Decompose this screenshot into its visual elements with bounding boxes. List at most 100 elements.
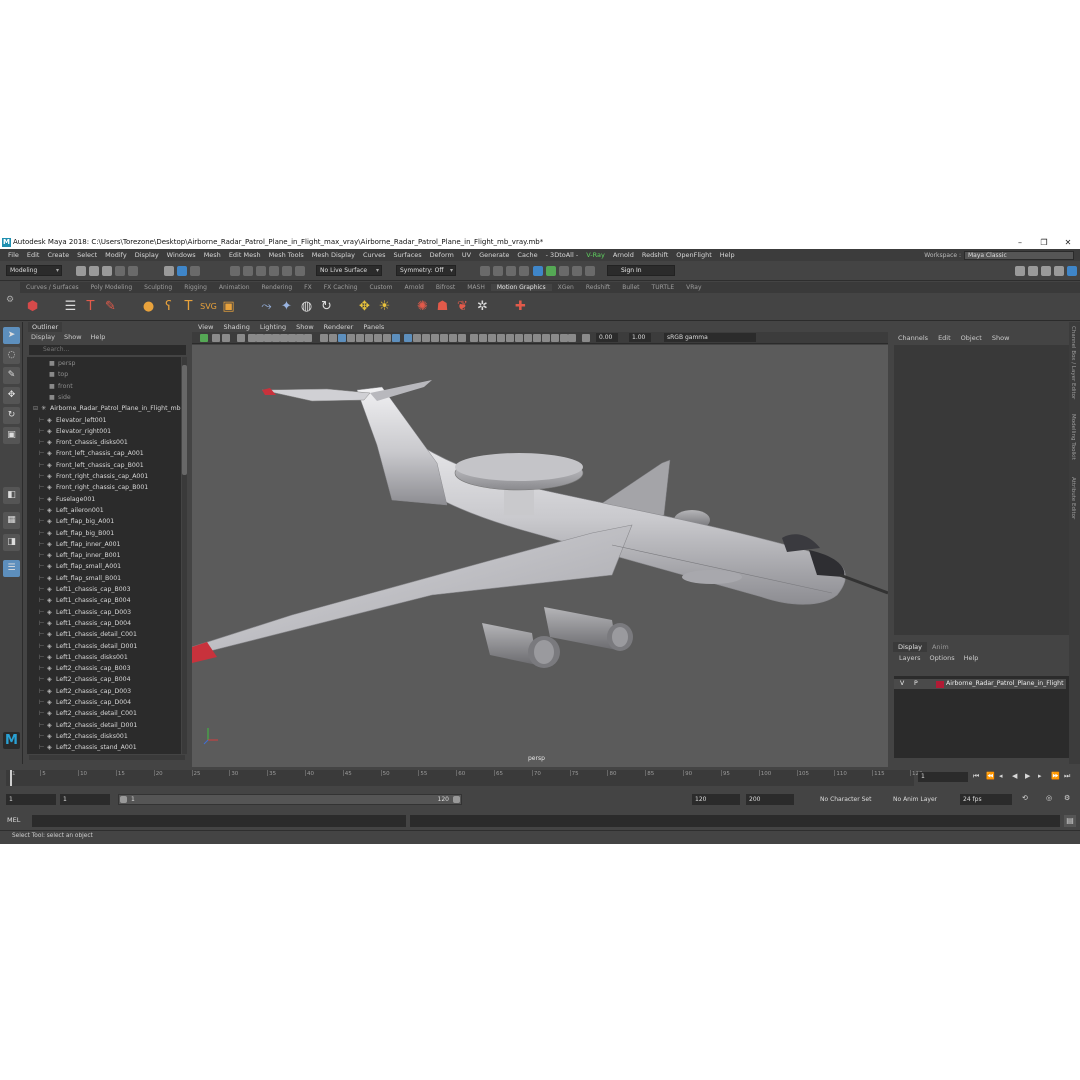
outliner-item[interactable]: ⊢ ◈ Left2_chassis_cap_B004 [39, 674, 131, 685]
shelf-tab-animation[interactable]: Animation [213, 284, 256, 291]
scene-end-field[interactable]: 200 [746, 794, 794, 805]
viewport-tool-icon[interactable] [264, 334, 272, 342]
menu-item-mesh-display[interactable]: Mesh Display [308, 251, 359, 259]
outliner-menu-help[interactable]: Help [91, 333, 106, 343]
snap-pivot-icon[interactable] [295, 266, 305, 276]
select-component-icon[interactable] [190, 266, 200, 276]
outliner-item[interactable]: ⊢ ◈ Left_flap_small_B001 [39, 573, 121, 584]
paint-effects-icon[interactable]: ✺ [414, 298, 431, 315]
outliner-scrollbar[interactable] [182, 357, 187, 754]
viewport-tool-icon[interactable] [582, 334, 590, 342]
outliner-item[interactable]: ⊢ ◈ Left2_chassis_disks001 [39, 731, 128, 742]
viewport-tool-icon[interactable] [422, 334, 430, 342]
snap-curve-icon[interactable] [243, 266, 253, 276]
minimize-button[interactable]: – [1008, 236, 1032, 249]
outliner-item[interactable]: ⊢ ◈ Left1_chassis_detail_D001 [39, 641, 137, 652]
exposure-field[interactable]: 0.00 [596, 333, 618, 342]
outliner-item[interactable]: ⊢ ◈ Fuselage001 [39, 494, 95, 505]
outliner-item[interactable]: ⊢ ◈ Left2_chassis_cap_D004 [39, 697, 131, 708]
shatter-icon[interactable]: ✦ [278, 298, 295, 315]
menu-item-help[interactable]: Help [716, 251, 739, 259]
outliner-menu-display[interactable]: Display [31, 333, 55, 343]
type-tool-icon[interactable]: T [180, 298, 197, 315]
symmetry-dropdown[interactable]: Symmetry: Off [396, 265, 456, 276]
outliner-item[interactable]: ⊢ ◈ Left2_chassis_detail_D001 [39, 720, 137, 731]
viewport-tool-icon[interactable] [458, 334, 466, 342]
viewport-tool-icon[interactable] [383, 334, 391, 342]
menu-item-uv[interactable]: UV [458, 251, 475, 259]
tab-display-layers[interactable]: Display [893, 642, 927, 652]
list-icon[interactable]: ☰ [62, 298, 79, 315]
open-scene-icon[interactable] [89, 266, 99, 276]
save-scene-icon[interactable] [102, 266, 112, 276]
menu-item-display[interactable]: Display [131, 251, 163, 259]
fps-dropdown[interactable]: 24 fps [960, 794, 1012, 805]
loop-icon[interactable]: ⟲ [1022, 794, 1028, 802]
shelf-tab-poly-modeling[interactable]: Poly Modeling [85, 284, 139, 291]
shelf-tab-fx-caching[interactable]: FX Caching [318, 284, 364, 291]
outliner-item[interactable]: ⊢ ◈ Left2_chassis_cap_B003 [39, 663, 131, 674]
menu-item-redshift[interactable]: Redshift [638, 251, 672, 259]
box-icon[interactable]: ▣ [220, 298, 237, 315]
outliner-item[interactable]: ⊢ ◈ Left2_chassis_detail_C001 [39, 708, 137, 719]
viewport-tool-icon[interactable] [256, 334, 264, 342]
play-backwards-icon[interactable]: ◀ [1012, 772, 1017, 780]
shelf-tab-custom[interactable]: Custom [363, 284, 398, 291]
shelf-tab-fx[interactable]: FX [298, 284, 318, 291]
outliner-camera-item[interactable]: ■ persp [41, 358, 75, 369]
viewport-tool-icon[interactable] [329, 334, 337, 342]
menu-item-edit[interactable]: Edit [23, 251, 44, 259]
scale-tool-icon[interactable]: ▣ [3, 427, 20, 444]
viewport-tool-icon[interactable] [272, 334, 280, 342]
viewport-menu-renderer[interactable]: Renderer [324, 322, 354, 332]
layers-help-menu[interactable]: Help [964, 654, 979, 664]
viewport-tool-icon[interactable] [479, 334, 487, 342]
viewport-tool-icon[interactable] [568, 334, 576, 342]
scene-start-field[interactable]: 1 [6, 794, 56, 805]
select-object-icon[interactable] [177, 266, 187, 276]
shelf-gear-icon[interactable]: ⚙ [6, 295, 14, 305]
shelf-tab-motion-graphics[interactable]: Motion Graphics [490, 284, 552, 291]
sign-in-button[interactable]: Sign In [607, 265, 675, 276]
outliner-tab[interactable]: Outliner [28, 322, 63, 332]
viewport-tool-icon[interactable] [506, 334, 514, 342]
toggle-attribute-editor-icon[interactable] [1028, 266, 1038, 276]
sphere-icon[interactable]: ● [140, 298, 157, 315]
viewport-tool-icon[interactable] [440, 334, 448, 342]
menu-item-openflight[interactable]: OpenFlight [672, 251, 716, 259]
mode-dropdown[interactable]: Modeling [6, 265, 62, 276]
viewport-tool-icon[interactable] [338, 334, 346, 342]
mel-label[interactable]: MEL [7, 816, 20, 824]
outliner-item[interactable]: ⊢ ◈ Left_flap_inner_B001 [39, 550, 121, 561]
outliner-item[interactable]: ⊢ ◈ Front_right_chassis_cap_A001 [39, 471, 148, 482]
outliner-item[interactable]: ⊢ ◈ Left1_chassis_disks001 [39, 652, 128, 663]
viewport-tool-icon[interactable] [524, 334, 532, 342]
select-tool-icon[interactable]: ➤ [3, 327, 20, 344]
outliner-item[interactable]: ⊢ ◈ Left_flap_big_B001 [39, 528, 114, 539]
viewport-tool-icon[interactable] [431, 334, 439, 342]
channel-object-menu[interactable]: Object [961, 334, 982, 344]
outliner-item[interactable]: ⊢ ◈ Front_chassis_disks001 [39, 437, 128, 448]
snap-surface-icon[interactable] [282, 266, 292, 276]
playback-range-bar[interactable]: 1 120 [118, 794, 462, 805]
layers-menu[interactable]: Layers [899, 654, 921, 664]
shelf-tab-mash[interactable]: MASH [461, 284, 491, 291]
cloth-icon[interactable]: ☗ [434, 298, 451, 315]
outliner-item[interactable]: ⊢ ◈ Elevator_right001 [39, 426, 111, 437]
outliner-item[interactable]: ⊢ ◈ Left1_chassis_cap_D004 [39, 618, 131, 629]
toggle-tool-settings-icon[interactable] [1041, 266, 1051, 276]
command-input[interactable] [32, 815, 406, 827]
rotate-tool-icon[interactable]: ↻ [3, 407, 20, 424]
go-to-start-icon[interactable]: ⏮ [973, 772, 979, 781]
hypershade-icon[interactable] [519, 266, 529, 276]
ipr-render-icon[interactable] [493, 266, 503, 276]
outliner-item[interactable]: ⊢ ◈ Elevator_left001 [39, 415, 107, 426]
outliner-item[interactable]: ⊢ ◈ Front_right_chassis_cap_B001 [39, 482, 148, 493]
toggle-layer-editor-icon[interactable] [1067, 266, 1077, 276]
viewport-tool-icon[interactable] [222, 334, 230, 342]
outliner-group[interactable]: ⊟ ✳ Airborne_Radar_Patrol_Plane_in_Flight_… [33, 403, 181, 414]
lasso-tool-icon[interactable]: ◌ [3, 347, 20, 364]
stop-render-icon[interactable] [585, 266, 595, 276]
outliner-item[interactable]: ⊢ ◈ Left_flap_small_A001 [39, 561, 121, 572]
menu-item-create[interactable]: Create [43, 251, 73, 259]
